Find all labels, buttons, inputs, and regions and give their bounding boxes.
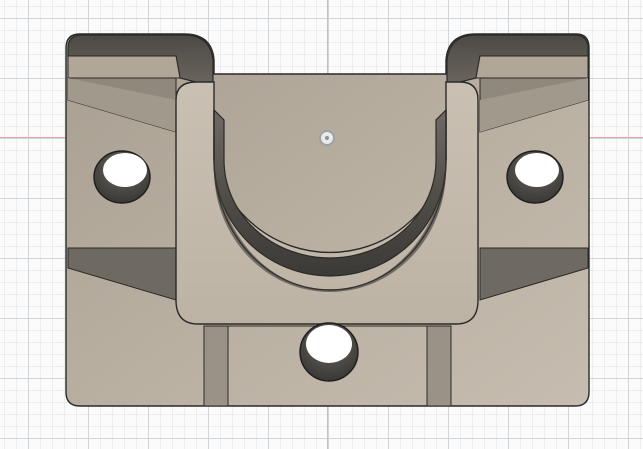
3d-viewport-canvas[interactable] [0, 0, 643, 449]
bottom-mounting-hole [299, 322, 359, 382]
origin-point-icon[interactable] [319, 130, 335, 146]
bracket-3d-model[interactable] [0, 0, 643, 449]
right-mounting-hole [506, 150, 564, 204]
left-mounting-hole [93, 150, 151, 204]
